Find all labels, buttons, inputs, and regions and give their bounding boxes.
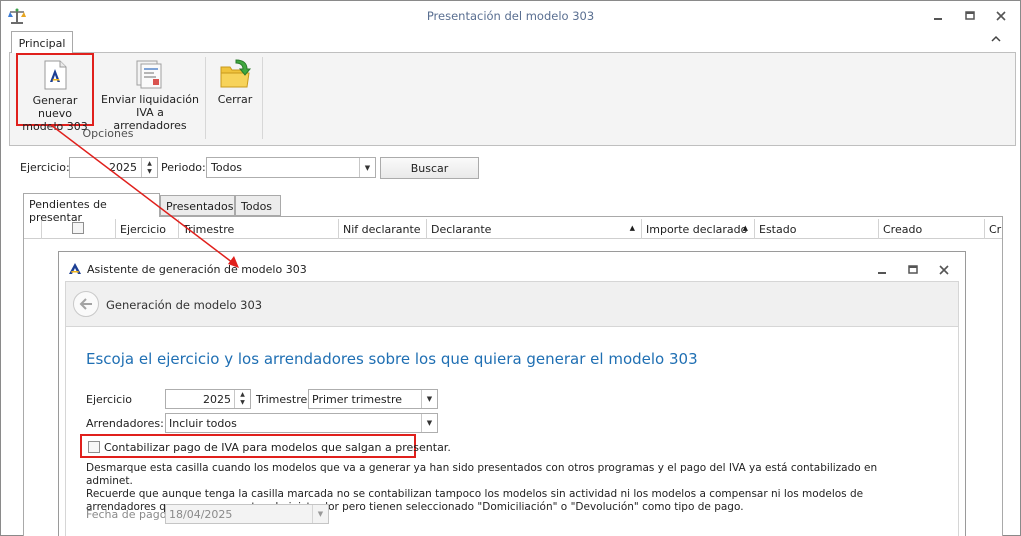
col-trimestre[interactable]: Trimestre [179, 219, 339, 239]
dialog-title: Asistente de generación de modelo 303 [87, 263, 307, 276]
generar-label-1: Generar nuevo [32, 94, 78, 120]
dialog-ejercicio-value: 2025 [203, 393, 231, 406]
ribbon-tab-principal[interactable]: Principal [11, 31, 73, 53]
ribbon-collapse-icon[interactable] [989, 35, 1003, 47]
ribbon-separator [205, 57, 206, 139]
minimize-icon[interactable] [871, 261, 893, 279]
col-cr[interactable]: Cr [985, 219, 1002, 239]
spin-arrows-icon[interactable]: ▲ ▼ [234, 390, 250, 408]
wizard-dialog: Asistente de generación de modelo 303 Ge… [58, 251, 966, 536]
ejercicio-spin-field[interactable]: 2025 ▲ ▼ [69, 157, 158, 178]
arrendadores-label: Arrendadores: [86, 417, 164, 430]
wizard-heading: Escoja el ejercicio y los arrendadores s… [86, 350, 698, 368]
col-estado[interactable]: Estado [755, 219, 879, 239]
col-declarante[interactable]: Declarante ▲ [427, 219, 642, 239]
chevron-down-icon[interactable]: ▼ [359, 158, 375, 177]
sort-asc-icon: ▲ [629, 224, 635, 232]
cerrar-label: Cerrar [217, 93, 253, 106]
spin-arrows-icon[interactable]: ▲ ▼ [141, 158, 157, 177]
tab-presentados[interactable]: Presentados [160, 195, 235, 216]
col-creado[interactable]: Creado [879, 219, 985, 239]
chevron-down-icon[interactable]: ▼ [421, 390, 437, 408]
cerrar-button[interactable]: Cerrar [213, 54, 257, 106]
col-ejercicio[interactable]: Ejercicio [116, 219, 179, 239]
sort-asc-icon: ▲ [742, 224, 748, 232]
tab-pendientes[interactable]: Pendientes de presentar [23, 193, 160, 224]
chevron-down-icon: ▼ [312, 505, 328, 523]
dialog-ejercicio-label: Ejercicio [86, 393, 132, 406]
arrendadores-value: Incluir todos [169, 417, 237, 430]
periodo-value: Todos [211, 161, 243, 174]
folder-exit-icon [218, 57, 252, 91]
tab-todos[interactable]: Todos [235, 195, 281, 216]
fecha-pago-value: 18/04/2025 [169, 508, 233, 521]
ribbon-separator [262, 57, 263, 139]
enviar-label-1: Enviar liquidación [101, 93, 199, 106]
col-nif-declarante[interactable]: Nif declarante [339, 219, 427, 239]
wizard-header: Generación de modelo 303 [65, 281, 959, 327]
periodo-select[interactable]: Todos ▼ [206, 157, 376, 178]
wizard-title: Generación de modelo 303 [106, 298, 263, 312]
ribbon-group-label: Opciones [82, 127, 134, 140]
enviar-liquidacion-button[interactable]: Enviar liquidación IVA a arrendadores [100, 54, 200, 132]
minimize-icon[interactable] [927, 7, 949, 25]
back-arrow-icon[interactable] [73, 291, 99, 317]
title-bar: Presentación del modelo 303 [1, 1, 1020, 30]
ejercicio-value: 2025 [109, 161, 137, 174]
col-declarante-label: Declarante [431, 223, 492, 236]
maximize-icon[interactable] [959, 7, 981, 25]
col-importe-label: Importe declarado [646, 223, 748, 236]
window-title: Presentación del modelo 303 [426, 9, 595, 23]
fecha-pago-field: 18/04/2025 ▼ [165, 504, 329, 524]
main-window: Presentación del modelo 303 Principal Ge… [0, 0, 1021, 536]
periodo-label: Periodo: [161, 161, 206, 174]
maximize-icon[interactable] [902, 261, 924, 279]
tax-agency-document-icon [38, 58, 72, 92]
contabilizar-pago-label[interactable]: Contabilizar pago de IVA para modelos qu… [104, 441, 451, 454]
close-icon[interactable] [933, 261, 955, 279]
close-icon[interactable] [990, 7, 1012, 25]
dialog-title-bar: Asistente de generación de modelo 303 [59, 252, 965, 282]
tax-agency-logo-icon [68, 262, 82, 275]
trimestre-select[interactable]: Primer trimestre ▼ [308, 389, 438, 409]
trimestre-label: Trimestre: [256, 393, 311, 406]
grid-header: Ejercicio Trimestre Nif declarante Decla… [24, 219, 1002, 239]
trimestre-value: Primer trimestre [312, 393, 402, 406]
buscar-button[interactable]: Buscar [380, 157, 479, 179]
ribbon: Generar nuevo modelo 303 Enviar liquidac… [9, 52, 1016, 146]
documents-send-icon [133, 57, 167, 91]
generar-nuevo-modelo-button[interactable]: Generar nuevo modelo 303 [16, 53, 94, 133]
contabilizar-pago-checkbox[interactable] [88, 441, 100, 453]
arrendadores-select[interactable]: Incluir todos ▼ [165, 413, 438, 433]
help-line-1: Desmarque esta casilla cuando los modelo… [86, 462, 878, 487]
col-importe-declarado[interactable]: Importe declarado ▲ [642, 219, 755, 239]
ejercicio-label: Ejercicio: [20, 161, 70, 174]
fecha-pago-label: Fecha de pago: [86, 508, 171, 521]
chevron-down-icon[interactable]: ▼ [421, 414, 437, 432]
dialog-ejercicio-spin-field[interactable]: 2025 ▲ ▼ [165, 389, 251, 409]
